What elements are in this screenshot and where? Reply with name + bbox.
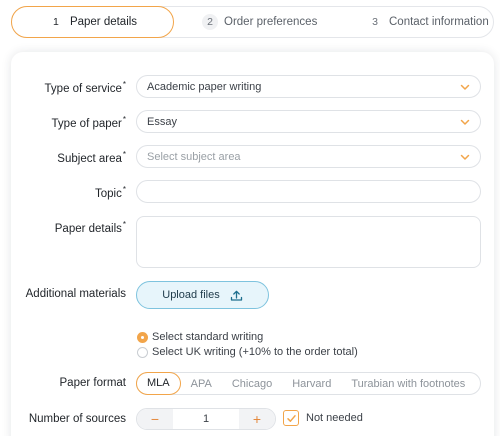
label-text: Paper details: [54, 222, 122, 235]
upload-icon: [230, 290, 242, 301]
additional-materials-label: Additional materials: [25, 288, 126, 300]
radio-unselected[interactable]: [137, 346, 148, 358]
checkbox-checked[interactable]: [283, 410, 299, 426]
paper-details-label: Paper details*: [55, 220, 126, 235]
step-number: 1: [53, 16, 59, 28]
type-of-paper-label: Type of paper*: [52, 115, 126, 130]
topic-input[interactable]: [136, 180, 481, 203]
chevron-down-icon: [460, 154, 470, 160]
step-label: Paper details: [69, 16, 138, 28]
type-of-paper-select[interactable]: Essay: [136, 110, 481, 133]
selected-value: Essay: [147, 115, 177, 128]
paper-format-label: Paper format: [59, 377, 126, 389]
option-label: Select standard writing: [152, 331, 264, 343]
step-number: 2: [202, 14, 218, 30]
paper-details-textarea[interactable]: [136, 216, 481, 268]
standard-writing-option[interactable]: Select standard writing: [137, 331, 263, 343]
option-label: Select UK writing (+10% to the order tot…: [152, 346, 358, 358]
step-paper-details[interactable]: 1 Paper details: [11, 6, 174, 38]
uk-writing-option[interactable]: Select UK writing (+10% to the order tot…: [137, 346, 358, 358]
paper-format-segmented: MLA APA Chicago Harvard Turabian with fo…: [136, 371, 481, 395]
radio-selected[interactable]: [137, 331, 148, 343]
label-text: Subject area: [57, 152, 122, 165]
chevron-down-icon: [460, 119, 470, 125]
number-of-sources-label: Number of sources: [28, 413, 126, 425]
chevron-down-icon: [460, 84, 470, 90]
selected-value: Academic paper writing: [147, 80, 262, 93]
subject-area-select[interactable]: Select subject area: [136, 145, 481, 168]
label-text: Type of paper: [51, 117, 122, 130]
format-option-harvard[interactable]: Harvard: [282, 372, 341, 395]
format-option-apa[interactable]: APA: [181, 372, 222, 395]
checkmark-icon: [286, 414, 296, 422]
format-option-chicago[interactable]: Chicago: [222, 372, 282, 395]
decrement-button[interactable]: −: [137, 409, 173, 429]
topic-label: Topic*: [95, 185, 126, 200]
step-order-preferences[interactable]: 2 Order preferences: [202, 6, 317, 38]
required-mark: *: [122, 150, 126, 159]
sources-quantity-stepper: − 1 +: [136, 408, 276, 430]
upload-label: Upload files: [162, 289, 220, 301]
required-mark: *: [122, 115, 126, 124]
increment-button[interactable]: +: [239, 409, 275, 429]
required-mark: *: [122, 80, 126, 89]
subject-area-label: Subject area*: [57, 150, 126, 165]
required-mark: *: [122, 220, 126, 229]
format-option-turabian[interactable]: Turabian with footnotes: [341, 372, 475, 395]
format-option-mla[interactable]: MLA: [136, 371, 181, 395]
type-of-service-select[interactable]: Academic paper writing: [136, 75, 481, 98]
upload-files-button[interactable]: Upload files: [136, 281, 269, 309]
type-of-service-label: Type of service*: [45, 80, 126, 95]
required-mark: *: [122, 185, 126, 194]
step-contact-information[interactable]: 3 Contact information: [367, 6, 489, 38]
progress-steps: 1 Paper details 2 Order preferences 3 Co…: [11, 6, 494, 38]
label-text: Type of service: [44, 82, 122, 95]
step-label: Order preferences: [224, 16, 318, 28]
step-number: 3: [372, 16, 378, 28]
checkbox-label: Not needed: [306, 412, 363, 424]
label-text: Topic: [95, 187, 122, 200]
placeholder-text: Select subject area: [147, 150, 241, 163]
sources-value[interactable]: 1: [173, 413, 239, 425]
not-needed-option[interactable]: Not needed: [283, 410, 363, 426]
step-label: Contact information: [389, 16, 489, 28]
